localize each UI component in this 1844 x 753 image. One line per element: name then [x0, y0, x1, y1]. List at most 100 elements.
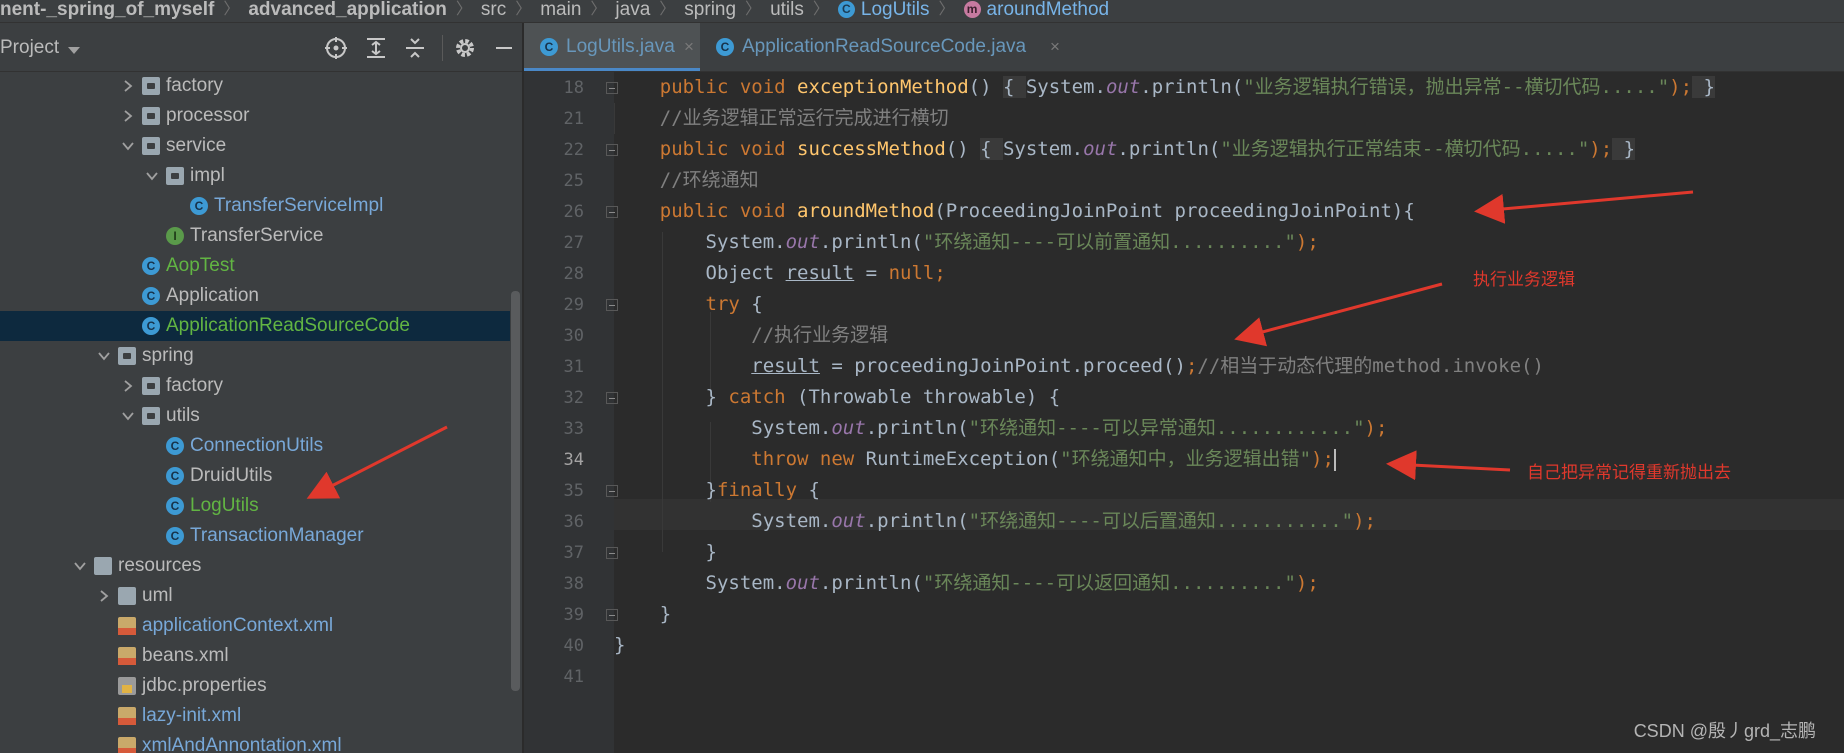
tree-item-factory[interactable]: factory [0, 371, 510, 401]
breadcrumb-class[interactable]: LogUtils [861, 0, 930, 20]
breadcrumb-java[interactable]: java [615, 0, 650, 20]
line-number[interactable]: 37 [524, 543, 584, 563]
folded-brace[interactable]: { [980, 138, 1003, 160]
line-number[interactable]: 30 [524, 326, 584, 346]
line-number[interactable]: 35 [524, 481, 584, 501]
folded-brace[interactable]: { [1002, 76, 1026, 98]
breadcrumb-project[interactable]: nent-_spring_of_myself [0, 0, 214, 20]
chevron-right-icon[interactable] [122, 110, 134, 122]
keyword: public void [659, 76, 798, 98]
project-view-selector[interactable]: Project [0, 37, 59, 59]
tree-item-label: utils [166, 405, 200, 426]
line-number[interactable]: 21 [524, 109, 584, 129]
code-text: System. [751, 510, 832, 532]
code-text: System. [1025, 76, 1106, 98]
tree-item-beans-xml[interactable]: beans.xml [0, 641, 510, 671]
line-number[interactable]: 32 [524, 388, 584, 408]
tree-item-service[interactable]: service [0, 131, 510, 161]
tab-application-read-source-code[interactable]: C ApplicationReadSourceCode.java × [700, 23, 1080, 71]
line-number[interactable]: 31 [524, 357, 584, 377]
chevron-right-icon[interactable] [122, 80, 134, 92]
tree-item-logutils[interactable]: C LogUtils [0, 491, 510, 521]
expand-all-icon[interactable] [364, 36, 388, 60]
tree-item-application[interactable]: C Application [0, 281, 510, 311]
tree-item-transferservice[interactable]: I TransferService [0, 221, 510, 251]
tree-item-aoptest[interactable]: C AopTest [0, 251, 510, 281]
line-number[interactable]: 34 [524, 450, 584, 470]
line-number[interactable]: 40 [524, 636, 584, 656]
breadcrumb-utils[interactable]: utils [770, 0, 804, 20]
tree-item-transferserviceimpl[interactable]: C TransferServiceImpl [0, 191, 510, 221]
tree-item-impl[interactable]: impl [0, 161, 510, 191]
tree-item-jdbc-properties[interactable]: jdbc.properties [0, 671, 510, 701]
chevron-down-icon[interactable] [74, 560, 86, 572]
code-line-40: } [614, 630, 625, 661]
line-number[interactable]: 28 [524, 264, 584, 284]
breadcrumb-separator-icon: 〉 [590, 1, 607, 18]
tree-item-processor[interactable]: processor [0, 101, 510, 131]
line-number[interactable]: 27 [524, 233, 584, 253]
chevron-down-icon[interactable] [122, 410, 134, 422]
tree-item-xmlandannontation-xml[interactable]: xmlAndAnnontation.xml [0, 731, 510, 753]
tree-item-resources[interactable]: resources [0, 551, 510, 581]
tree-item-label: jdbc.properties [142, 675, 267, 696]
chevron-down-icon[interactable] [98, 350, 110, 362]
tree-item-spring[interactable]: spring [0, 341, 510, 371]
tree-item-uml[interactable]: uml [0, 581, 510, 611]
code-text: .println( [1117, 138, 1221, 160]
breadcrumb-method[interactable]: aroundMethod [987, 0, 1110, 20]
code-text: ); [1364, 417, 1388, 439]
project-scrollbar[interactable] [511, 291, 520, 691]
line-number-gutter[interactable]: 18 21 22 25 26 27 28 29 30 31 32 33 34 35 36 37 38 39 40 41 [524, 72, 618, 753]
line-number[interactable]: 26 [524, 202, 584, 222]
tree-item-lazy-init-xml[interactable]: lazy-init.xml [0, 701, 510, 731]
tree-item-applicationreadsourcecode[interactable]: C ApplicationReadSourceCode [0, 311, 510, 341]
line-number[interactable]: 29 [524, 295, 584, 315]
code-text: () [945, 138, 981, 160]
chevron-down-icon[interactable] [122, 140, 134, 152]
breadcrumb-src[interactable]: src [481, 0, 506, 20]
tree-item-factory[interactable]: factory [0, 71, 510, 101]
class-icon: C [166, 497, 184, 515]
tree-item-utils[interactable]: utils [0, 401, 510, 431]
collapse-all-icon[interactable] [403, 36, 427, 60]
locate-icon[interactable] [324, 36, 348, 60]
line-number[interactable]: 41 [524, 667, 584, 687]
breadcrumb-spring[interactable]: spring [684, 0, 736, 20]
code-text: () [968, 76, 1003, 98]
tab-logutils[interactable]: C LogUtils.java × [524, 23, 700, 71]
line-number[interactable]: 39 [524, 605, 584, 625]
code-text: .println( [819, 231, 923, 253]
tree-item-applicationcontext-xml[interactable]: applicationContext.xml [0, 611, 510, 641]
code-line-32: } catch (Throwable throwable) { [614, 382, 1061, 413]
chevron-right-icon[interactable] [122, 380, 134, 392]
tree-item-label: service [166, 135, 227, 156]
line-number[interactable]: 36 [524, 512, 584, 532]
breadcrumb-module[interactable]: advanced_application [248, 0, 447, 20]
close-tab-icon[interactable]: × [684, 23, 694, 71]
code-area[interactable]: public void exceptionMethod() { System.o… [614, 72, 1844, 753]
close-tab-icon[interactable]: × [1050, 23, 1060, 71]
code-line-27: System.out.println("环绕通知----可以前置通知......… [614, 227, 1319, 258]
tree-item-druidutils[interactable]: C DruidUtils [0, 461, 510, 491]
runnable-class-icon: C [142, 317, 160, 335]
chevron-right-icon[interactable] [98, 590, 110, 602]
tree-item-transactionmanager[interactable]: C TransactionManager [0, 521, 510, 551]
line-number[interactable]: 25 [524, 171, 584, 191]
hide-icon[interactable] [492, 36, 516, 60]
folded-brace[interactable]: } [1612, 138, 1636, 160]
line-number[interactable]: 18 [524, 78, 584, 98]
method-name: exceptionMethod [797, 76, 969, 98]
breadcrumb-main[interactable]: main [540, 0, 581, 20]
code-text: } [705, 386, 729, 408]
dropdown-arrow-icon[interactable] [68, 47, 80, 54]
settings-icon[interactable] [453, 36, 477, 60]
line-number[interactable]: 22 [524, 140, 584, 160]
folded-brace[interactable]: } [1692, 76, 1715, 98]
line-number[interactable]: 38 [524, 574, 584, 594]
tree-item-connectionutils[interactable]: C ConnectionUtils [0, 431, 510, 461]
tree-item-label: spring [142, 345, 194, 366]
line-number[interactable]: 33 [524, 419, 584, 439]
class-icon: C [166, 467, 184, 485]
chevron-down-icon[interactable] [146, 170, 158, 182]
